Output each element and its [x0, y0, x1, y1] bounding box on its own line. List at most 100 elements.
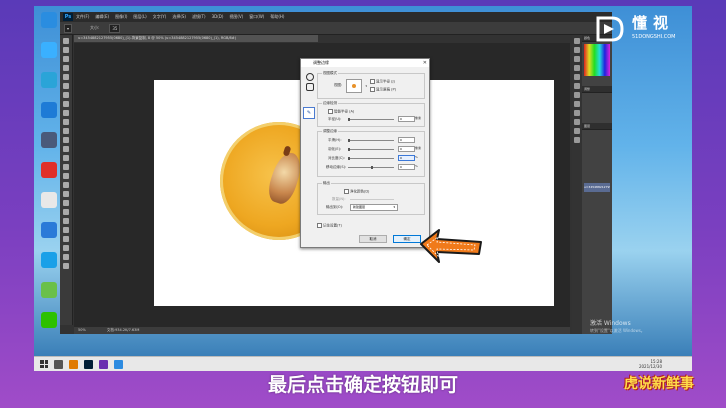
menu-item[interactable]: 3D(D) [212, 14, 224, 20]
remember-settings-option[interactable]: 记住设置(T) [317, 223, 342, 229]
menu-item[interactable]: 窗口(W) [249, 14, 264, 20]
panel-icon[interactable] [574, 83, 580, 89]
tool-icon[interactable] [63, 38, 69, 44]
shift-edge-input[interactable]: 0 [398, 164, 415, 170]
desktop-icon[interactable] [38, 312, 60, 328]
desktop-icon[interactable] [38, 162, 60, 178]
panel-icon[interactable] [574, 110, 580, 116]
search-icon[interactable] [54, 359, 63, 369]
desktop-icon[interactable] [38, 42, 60, 58]
menu-item[interactable]: 滤镜(T) [192, 14, 206, 20]
radius-slider[interactable] [348, 118, 394, 121]
document-tab[interactable]: u=3454882127955(0680)_(1)-背景复制, 8 @ 50% … [74, 35, 318, 42]
tool-icon[interactable] [63, 227, 69, 233]
output-to-select[interactable]: 新建图层 ▾ [350, 204, 398, 211]
show-original-option[interactable]: 显示原稿 (P) [370, 87, 396, 93]
panel-icon[interactable] [574, 137, 580, 143]
tool-icon[interactable] [63, 83, 69, 89]
cancel-button[interactable]: 取消 [359, 235, 387, 243]
menu-item[interactable]: 图层(L) [133, 14, 146, 20]
tool-icon[interactable] [63, 101, 69, 107]
tool-icon[interactable] [63, 56, 69, 62]
desktop-icon[interactable] [38, 132, 60, 148]
desktop-icon[interactable] [38, 102, 60, 118]
desktop-icon[interactable] [38, 12, 60, 28]
tool-icon[interactable] [63, 182, 69, 188]
desktop-icon[interactable] [38, 72, 60, 88]
tool-icon[interactable] [63, 65, 69, 71]
panel-icon[interactable] [574, 47, 580, 53]
menu-item[interactable]: 视图(V) [229, 14, 243, 20]
desktop-icon[interactable] [38, 282, 60, 298]
app-icon [41, 132, 57, 148]
file-explorer-icon[interactable] [69, 359, 78, 369]
radius-input[interactable]: 0 [398, 116, 415, 122]
tool-icon[interactable] [63, 164, 69, 170]
zoom-tool-icon[interactable] [306, 73, 314, 81]
tool-icon[interactable] [63, 155, 69, 161]
menu-item[interactable]: 文件(F) [76, 14, 89, 20]
panel-icon[interactable] [574, 74, 580, 80]
tool-icon[interactable] [63, 263, 69, 269]
status-zoom[interactable]: 50% [78, 328, 86, 332]
feather-slider[interactable] [348, 148, 394, 151]
smooth-slider[interactable] [348, 139, 394, 142]
system-clock[interactable]: 15:28 2021/12/30 [639, 359, 662, 369]
tool-icon[interactable] [63, 254, 69, 260]
brand-logo-icon [596, 16, 624, 42]
desktop-icon[interactable] [38, 222, 60, 238]
tool-icon[interactable] [63, 173, 69, 179]
contrast-slider[interactable] [348, 157, 394, 160]
tool-icon[interactable] [63, 218, 69, 224]
smart-radius-option[interactable]: 智能半径 (A) [328, 109, 354, 115]
panel-icon[interactable] [574, 65, 580, 71]
tool-preset-picker[interactable]: ▾ [64, 23, 73, 33]
size-input[interactable]: 35 [109, 23, 121, 33]
refine-radius-tool-icon[interactable]: ✎ [303, 107, 315, 119]
panel-icon[interactable] [574, 119, 580, 125]
shift-edge-slider[interactable] [348, 166, 394, 169]
smooth-input[interactable]: 0 [398, 137, 415, 143]
view-dropdown-icon[interactable]: ▾ [365, 84, 367, 88]
close-icon[interactable]: ✕ [423, 59, 427, 67]
contrast-input[interactable]: 0 [398, 155, 415, 161]
menu-item[interactable]: 选择(S) [172, 14, 186, 20]
tool-icon[interactable] [63, 146, 69, 152]
menu-item[interactable]: 帮助(H) [270, 14, 284, 20]
tool-icon[interactable] [63, 137, 69, 143]
feather-input[interactable]: 0 [398, 146, 415, 152]
decontaminate-option[interactable]: 净化颜色(D) [344, 189, 369, 195]
start-icon[interactable] [40, 360, 48, 368]
tool-icon[interactable] [63, 245, 69, 251]
tool-icon[interactable] [63, 47, 69, 53]
tool-icon[interactable] [63, 209, 69, 215]
photoshop-taskbar-icon[interactable] [84, 359, 93, 369]
menu-item[interactable]: 编辑(E) [95, 14, 109, 20]
menu-item[interactable]: 文字(Y) [153, 14, 167, 20]
tool-icon[interactable] [63, 92, 69, 98]
tab-adjustments[interactable]: 调整 [582, 86, 612, 93]
desktop-icon[interactable] [38, 252, 60, 268]
panel-icon[interactable] [574, 128, 580, 134]
view-thumbnail[interactable]: ▾ [346, 79, 367, 93]
premiere-taskbar-icon[interactable] [99, 359, 108, 369]
tool-icon[interactable] [63, 191, 69, 197]
tool-icon[interactable] [63, 128, 69, 134]
panel-icon[interactable] [574, 92, 580, 98]
tool-icon[interactable] [63, 236, 69, 242]
tool-icon[interactable] [63, 200, 69, 206]
layer-row[interactable]: u=3454882127955680 [584, 183, 610, 192]
tab-layers[interactable]: 图层 [582, 123, 612, 130]
panel-icon[interactable] [574, 101, 580, 107]
tool-icon[interactable] [63, 74, 69, 80]
tool-icon[interactable] [63, 110, 69, 116]
panel-icon[interactable] [574, 56, 580, 62]
show-radius-option[interactable]: 显示半径 (J) [370, 79, 395, 85]
app-taskbar-icon[interactable] [114, 359, 123, 369]
brand-name: 懂视 [632, 14, 675, 32]
desktop-icon[interactable] [38, 192, 60, 208]
hand-tool-icon[interactable] [306, 83, 314, 91]
menu-item[interactable]: 图像(I) [115, 14, 127, 20]
tool-icon[interactable] [63, 119, 69, 125]
panel-icon[interactable] [574, 38, 580, 44]
